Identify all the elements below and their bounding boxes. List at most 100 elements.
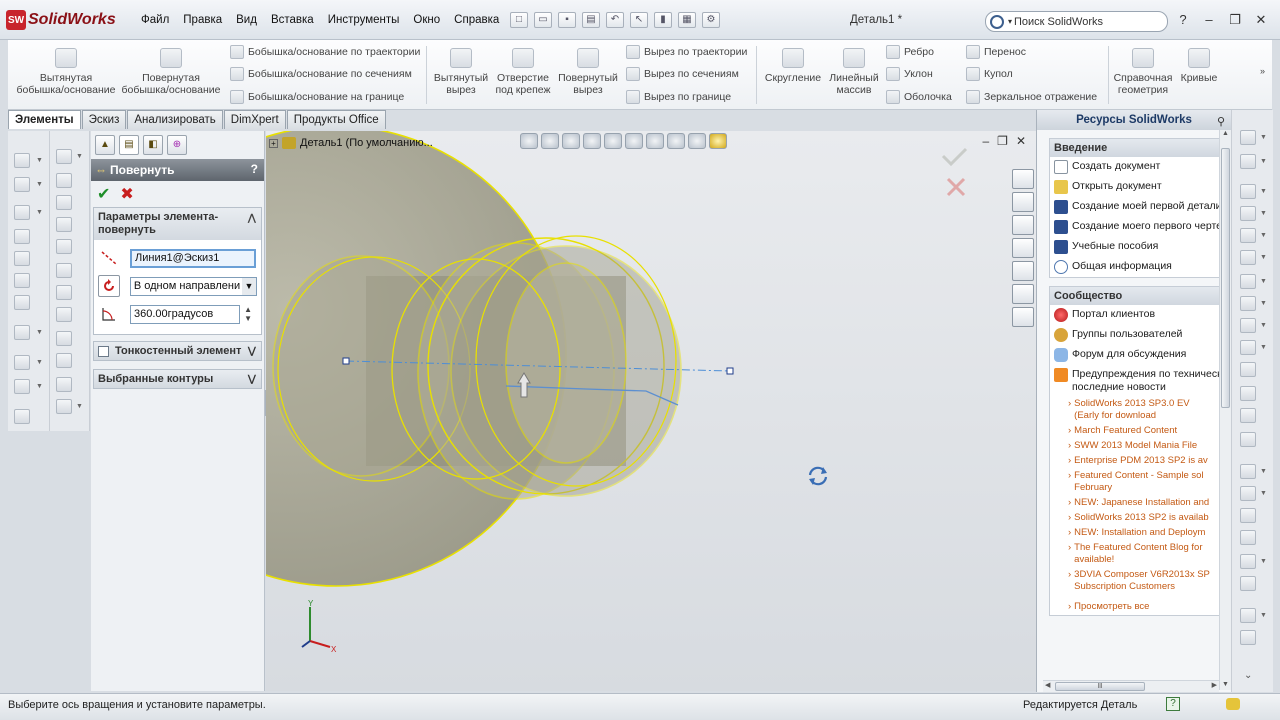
confirm-cancel-icon[interactable]	[946, 177, 966, 197]
edit-appearance-icon[interactable]	[667, 133, 685, 149]
restore-button[interactable]: ❐	[1227, 12, 1243, 28]
news-item[interactable]: › SolidWorks 2013 SP2 is availab	[1050, 511, 1226, 526]
status-help-icon[interactable]: ?	[1166, 697, 1180, 711]
scrollbar-thumb[interactable]	[1221, 148, 1230, 408]
polygon-tool-icon[interactable]	[1240, 362, 1256, 377]
view-all-news-link[interactable]: › Просмотреть все	[1050, 595, 1226, 615]
hole-wizard-button[interactable]: Отверстие под крепеж	[494, 48, 552, 96]
toolbar-more-icon[interactable]: ⌄	[1244, 670, 1252, 681]
axis-endpoint-handle[interactable]	[342, 357, 350, 365]
toolbar-icon[interactable]	[14, 409, 30, 424]
section-view-icon[interactable]	[583, 133, 601, 149]
news-item[interactable]: › March Featured Content	[1050, 424, 1226, 439]
configuration-manager-tab-icon[interactable]: ◧	[143, 135, 163, 155]
slot-tool-icon[interactable]	[1240, 228, 1256, 243]
tab-evaluate[interactable]: Анализировать	[127, 110, 223, 129]
view-settings-icon[interactable]	[709, 133, 727, 149]
file-properties-icon[interactable]: ▦	[678, 12, 696, 28]
circle-tool-icon[interactable]	[1240, 250, 1256, 265]
news-item[interactable]: › NEW: Japanese Installation and	[1050, 496, 1226, 511]
home-icon[interactable]	[1012, 169, 1034, 189]
link-discussion-forum[interactable]: Форум для обсуждения	[1050, 345, 1226, 365]
dimension-icon[interactable]	[1240, 630, 1256, 645]
minimize-button[interactable]: –	[1201, 12, 1217, 28]
zoom-to-area-icon[interactable]	[541, 133, 559, 149]
boundary-boss-button[interactable]: Бобышка/основание на границе	[230, 90, 404, 104]
ok-button[interactable]: ✔	[97, 184, 110, 204]
selected-contours-group[interactable]: Выбранные контуры ⋁	[93, 369, 262, 389]
news-item[interactable]: › SolidWorks 2013 SP3.0 EV (Early for dow…	[1050, 397, 1226, 424]
viewport-close-icon[interactable]: ✕	[1016, 134, 1026, 148]
revolved-boss-button[interactable]: Повернутая бобышка/основание	[120, 48, 222, 96]
scroll-up-icon[interactable]: ▲	[1220, 130, 1231, 137]
scroll-left-icon[interactable]: ◀	[1045, 681, 1050, 689]
toolbar-icon[interactable]	[1240, 154, 1256, 169]
toolbar-icon[interactable]	[56, 399, 72, 414]
dimxpert-manager-tab-icon[interactable]: ⊕	[167, 135, 187, 155]
rib-button[interactable]: Ребро	[886, 45, 934, 59]
viewport-minimize-icon[interactable]: –	[982, 134, 989, 148]
tab-features[interactable]: Элементы	[8, 110, 81, 129]
link-user-groups[interactable]: Группы пользователей	[1050, 325, 1226, 345]
toolbar-icon[interactable]	[14, 205, 30, 220]
menu-window[interactable]: Окно	[406, 14, 447, 26]
design-library-icon[interactable]	[1012, 192, 1034, 212]
point-tool-icon[interactable]	[1240, 386, 1256, 401]
feature-tree-flyout[interactable]: + Деталь1 (По умолчанию...	[269, 137, 433, 149]
reference-geometry-button[interactable]: Справочная геометрия	[1112, 48, 1174, 96]
cancel-button[interactable]: ✖	[120, 184, 133, 204]
toolbar-icon[interactable]	[14, 273, 30, 288]
zoom-to-fit-icon[interactable]	[520, 133, 538, 149]
select-icon[interactable]: ↖	[630, 12, 648, 28]
confirm-ok-icon[interactable]	[941, 147, 968, 167]
property-manager-help-button[interactable]: ?	[251, 162, 258, 176]
display-style-icon[interactable]	[625, 133, 643, 149]
search-results-icon[interactable]	[1012, 238, 1034, 258]
task-pane-vertical-scrollbar[interactable]: ▲ ▼	[1219, 130, 1231, 690]
toolbar-icon[interactable]	[14, 379, 30, 394]
toolbar-icon[interactable]	[14, 229, 30, 244]
menu-file[interactable]: Файл	[134, 14, 176, 26]
angle-spinner-icon[interactable]: ▲ ▼	[244, 305, 252, 323]
line-tool-icon[interactable]	[1240, 184, 1256, 199]
curves-button[interactable]: Кривые	[1178, 48, 1220, 84]
revolve-parameters-header[interactable]: Параметры элемента-повернуть ⋀	[94, 208, 261, 240]
options-icon[interactable]: ⚙	[702, 12, 720, 28]
toolbar-icon[interactable]	[56, 377, 72, 392]
offset-entities-icon[interactable]	[1240, 486, 1256, 501]
news-item[interactable]: › NEW: Installation and Deploym	[1050, 526, 1226, 541]
expand-chevron-icon[interactable]: ⋁	[248, 374, 256, 385]
fillet-button[interactable]: Скругление	[762, 48, 824, 84]
toolbar-icon[interactable]	[56, 195, 72, 210]
extruded-boss-button[interactable]: Вытянутая бобышка/основание	[16, 48, 116, 96]
appearances-icon[interactable]	[1012, 284, 1034, 304]
centerline-tool-icon[interactable]	[1240, 408, 1256, 423]
axis-endpoint-handle[interactable]	[726, 367, 734, 375]
toolbar-icon[interactable]	[56, 173, 72, 188]
undo-icon[interactable]: ↶	[606, 12, 624, 28]
search-dropdown-arrow[interactable]: ▾	[1008, 17, 1012, 26]
toolbar-icon[interactable]	[56, 353, 72, 368]
graphics-area[interactable]: + Деталь1 (По умолчанию... – ❐ ✕ Y X	[266, 131, 1036, 691]
scroll-right-icon[interactable]: ▶	[1212, 681, 1217, 689]
draft-button[interactable]: Уклон	[886, 67, 933, 81]
task-pane-horizontal-scrollbar[interactable]: ◀ Ⅲ ▶	[1043, 680, 1219, 692]
search-box[interactable]: ▾ Поиск SolidWorks	[985, 11, 1168, 32]
toolbar-icon[interactable]	[56, 331, 72, 346]
link-general-info[interactable]: Общая информация	[1050, 257, 1226, 277]
tab-sketch[interactable]: Эскиз	[81, 110, 127, 129]
dome-button[interactable]: Купол	[966, 67, 1013, 81]
linear-pattern-button[interactable]: Линейный массив	[826, 48, 882, 96]
print-icon[interactable]: ▤	[582, 12, 600, 28]
convert-entities-icon[interactable]	[1240, 508, 1256, 523]
file-explorer-icon[interactable]	[1012, 215, 1034, 235]
tag-icon[interactable]	[1226, 698, 1240, 710]
link-first-drawing[interactable]: Создание моего первого чертежа	[1050, 217, 1226, 237]
ellipse-tool-icon[interactable]	[1240, 318, 1256, 333]
menu-insert[interactable]: Вставка	[264, 14, 321, 26]
lofted-cut-button[interactable]: Вырез по сечениям	[626, 67, 739, 81]
toolbar-icon[interactable]	[14, 177, 30, 192]
link-tutorials[interactable]: Учебные пособия	[1050, 237, 1226, 257]
wrap-button[interactable]: Перенос	[966, 45, 1026, 59]
thin-feature-checkbox[interactable]	[98, 345, 109, 357]
